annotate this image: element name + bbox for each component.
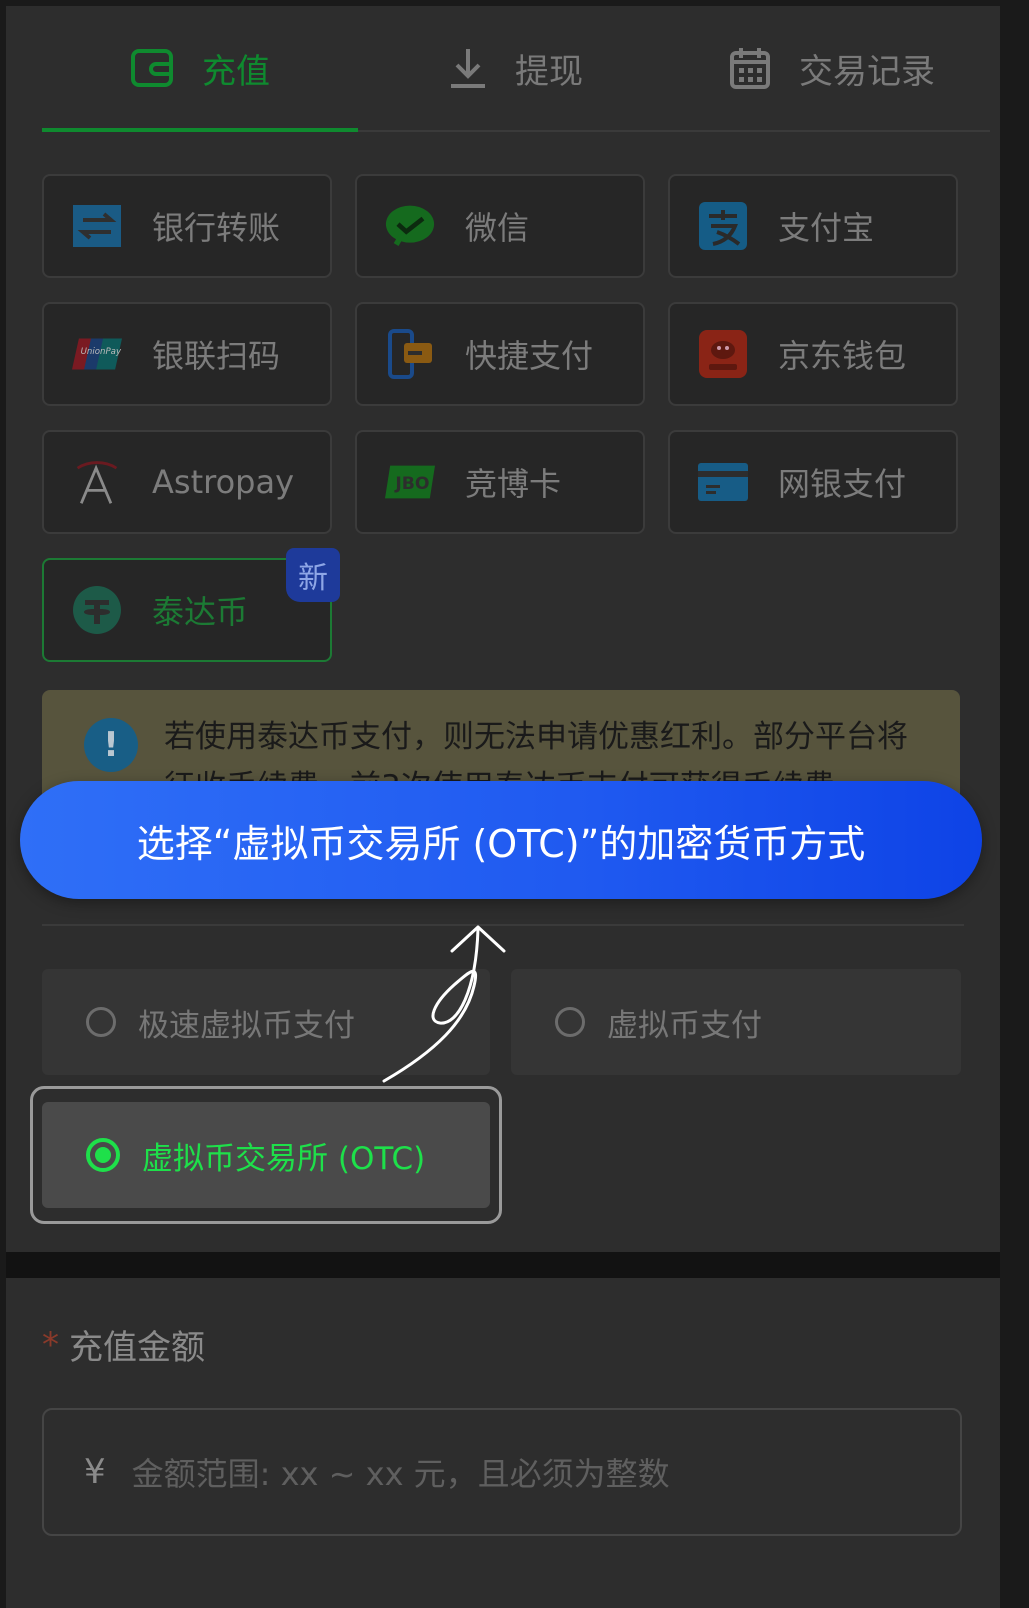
deposit-page: 充值 提现 交易记录 银行转账 微信 支付宝 UnionPay 银联扫码 快捷支… xyxy=(6,6,1000,1608)
pay-label: 银联扫码 xyxy=(152,337,281,375)
tab-transactions[interactable]: 交易记录 xyxy=(674,6,990,130)
curly-arrow-icon xyxy=(382,925,506,1083)
bank-transfer-icon xyxy=(72,201,122,251)
unionpay-icon: UnionPay xyxy=(72,329,122,379)
pay-online-banking[interactable]: 网银支付 xyxy=(668,430,958,534)
method-crypto[interactable]: 虚拟币支付 xyxy=(511,969,961,1075)
pay-label: 网银支付 xyxy=(778,465,907,503)
callout-text: 选择“虚拟币交易所 (OTC)”的加密货币方式 xyxy=(136,821,866,866)
jd-wallet-icon xyxy=(698,329,748,379)
pay-bank-transfer[interactable]: 银行转账 xyxy=(42,174,332,278)
required-mark: * xyxy=(42,1324,59,1365)
jbo-card-icon: JBO xyxy=(385,457,435,507)
quick-pay-icon xyxy=(385,329,435,379)
wallet-icon xyxy=(130,48,174,88)
pay-label: 泰达币 xyxy=(152,593,249,631)
pay-label: 京东钱包 xyxy=(778,337,907,375)
amount-label: * 充值金额 xyxy=(42,1320,205,1369)
wechat-icon xyxy=(385,201,435,251)
amount-input[interactable]: ¥ 金额范围: xx ~ xx 元，且必须为整数 xyxy=(42,1408,962,1536)
method-crypto-otc[interactable]: 虚拟币交易所 (OTC) xyxy=(42,1102,490,1208)
pay-alipay[interactable]: 支付宝 xyxy=(668,174,958,278)
calendar-icon xyxy=(729,46,771,90)
tether-icon xyxy=(72,585,122,635)
tab-bar: 充值 提现 交易记录 xyxy=(42,6,990,132)
currency-symbol: ¥ xyxy=(84,1452,106,1492)
radio-icon xyxy=(555,1007,585,1037)
pay-unionpay[interactable]: UnionPay 银联扫码 xyxy=(42,302,332,406)
method-label: 虚拟币交易所 (OTC) xyxy=(142,1140,426,1177)
radio-icon xyxy=(86,1007,116,1037)
radio-selected-icon xyxy=(86,1138,120,1172)
svg-text:UnionPay: UnionPay xyxy=(81,347,122,357)
pay-jbo-card[interactable]: JBO 竞博卡 xyxy=(355,430,645,534)
pay-label: 支付宝 xyxy=(778,209,875,247)
pay-jd-wallet[interactable]: 京东钱包 xyxy=(668,302,958,406)
tab-label: 提现 xyxy=(515,51,583,92)
download-icon xyxy=(449,47,487,89)
pay-label: 快捷支付 xyxy=(465,337,594,375)
pay-wechat[interactable]: 微信 xyxy=(355,174,645,278)
alipay-icon xyxy=(698,201,748,251)
svg-text:JBO: JBO xyxy=(394,474,429,494)
tab-withdraw[interactable]: 提现 xyxy=(358,6,674,130)
pay-quick[interactable]: 快捷支付 xyxy=(355,302,645,406)
exclamation-icon: ! xyxy=(84,718,138,772)
section-separator xyxy=(6,1252,1000,1278)
astropay-icon xyxy=(72,457,122,507)
pay-label: 银行转账 xyxy=(152,209,281,247)
amount-placeholder: 金额范围: xx ~ xx 元，且必须为整数 xyxy=(131,1455,670,1493)
tab-label: 充值 xyxy=(202,51,270,92)
pay-tether[interactable]: 泰达币 新 xyxy=(42,548,340,662)
pay-label: 微信 xyxy=(465,209,530,247)
amount-label-text: 充值金额 xyxy=(69,1328,205,1368)
pay-astropay[interactable]: Astropay xyxy=(42,430,332,534)
pay-label: 竞博卡 xyxy=(465,465,562,503)
online-banking-icon xyxy=(698,457,748,507)
method-label: 极速虚拟币支付 xyxy=(138,1007,355,1044)
tab-label: 交易记录 xyxy=(799,51,935,92)
tab-deposit[interactable]: 充值 xyxy=(42,6,358,132)
new-badge: 新 xyxy=(286,548,340,602)
instruction-callout: 选择“虚拟币交易所 (OTC)”的加密货币方式 xyxy=(20,781,982,899)
method-label: 虚拟币支付 xyxy=(607,1007,762,1044)
pay-label: Astropay xyxy=(152,463,294,501)
